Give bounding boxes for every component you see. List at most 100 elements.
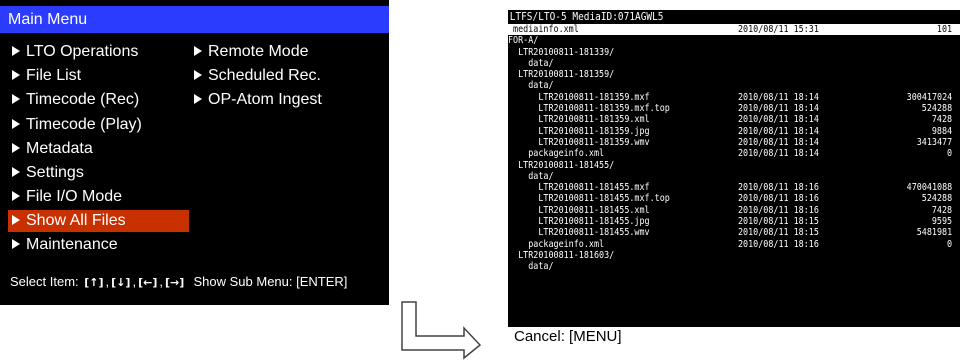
triangle-right-icon [12,119,20,129]
triangle-right-icon [194,46,202,56]
menu-item-file-io-mode[interactable]: File I/O Mode [8,186,122,208]
menu-item-timecode-rec[interactable]: Timecode (Rec) [8,89,139,111]
file-name: packageinfo.xml [508,238,605,250]
file-size: 0 [946,148,952,160]
menu-item-remote-mode[interactable]: Remote Mode [190,41,309,63]
triangle-right-icon [12,239,20,249]
file-row[interactable]: LTR20100811-181603/ [508,250,960,261]
menu-item-lto-operations[interactable]: LTO Operations [8,41,138,63]
file-name: packageinfo.xml [508,148,605,160]
file-list[interactable]: mediainfo.xml 2010/08/11 15:31 101 FOR-A/ L… [508,24,960,327]
file-name: LTR20100811-181455.jpg [508,216,650,228]
menu-item-label: Timecode (Play) [26,116,142,133]
file-row[interactable]: packageinfo.xml 2010/08/11 18:16 0 [508,239,960,250]
menu-item-label: File List [26,67,82,84]
file-size: 524288 [921,193,952,205]
file-date: 2010/08/11 18:15 [738,216,819,228]
file-row[interactable]: LTR20100811-181455.mxf 2010/08/11 18:16 47… [508,182,960,193]
file-row[interactable]: LTR20100811-181455.jpg 2010/08/11 18:15 95… [508,216,960,227]
menu-item-maintenance[interactable]: Maintenance [8,234,118,256]
file-size: 300417024 [906,91,952,103]
file-row[interactable]: LTR20100811-181455.xml 2010/08/11 18:16 74… [508,205,960,216]
file-name: LTR20100811-181455.mxf [508,182,650,194]
menu-item-label: Metadata [26,140,93,157]
file-row[interactable]: LTR20100811-181359.wmv 2010/08/11 18:14 34… [508,137,960,148]
arrow-up-key-icon: [↑] [84,276,104,289]
menu-item-label: Scheduled Rec. [208,67,321,84]
file-name: data/ [508,80,554,92]
file-date: 2010/08/11 18:14 [738,114,819,126]
menu-item-metadata[interactable]: Metadata [8,138,93,160]
triangle-right-icon [12,46,20,56]
file-size: 524288 [921,103,952,115]
file-name: LTR20100811-181455.mxf.top [508,193,670,205]
file-row[interactable]: data/ [508,80,960,91]
menu-item-op-atom-ingest[interactable]: OP-Atom Ingest [190,89,322,111]
media-id-header: LTFS/LTO-5 MediaID:071AGWL5 [509,10,664,23]
file-date: 2010/08/11 18:16 [738,204,819,216]
file-date: 2010/08/11 18:14 [738,91,819,103]
file-row[interactable]: data/ [508,261,960,272]
file-row[interactable]: packageinfo.xml 2010/08/11 18:14 0 [508,148,960,159]
menu-item-label: Timecode (Rec) [26,91,140,108]
file-name: LTR20100811-181339/ [508,46,615,58]
arrow-right-key-icon: [→] [164,276,185,289]
menu-item-timecode-play[interactable]: Timecode (Play) [8,114,142,136]
file-name: LTR20100811-181359.mxf.top [508,103,670,115]
file-name: data/ [508,261,554,273]
file-row[interactable]: LTR20100811-181455.wmv 2010/08/11 18:15 54… [508,227,960,238]
file-row[interactable]: LTR20100811-181455/ [508,160,960,171]
menu-item-scheduled-rec[interactable]: Scheduled Rec. [190,65,321,87]
file-name: LTR20100811-181359.jpg [508,125,650,137]
menu-item-label: Show All Files [26,212,126,229]
arrow-left-key-icon: [←] [138,276,158,289]
file-size: 9595 [931,216,952,228]
file-name: LTR20100811-181359.xml [508,114,650,126]
file-list-panel: LTFS/LTO-5 MediaID:071AGWL5 mediainfo.xm… [508,10,960,347]
file-name: LTR20100811-181359.mxf [508,91,650,103]
file-row[interactable]: mediainfo.xml 2010/08/11 15:31 101 [508,24,960,36]
triangle-right-icon [12,215,20,225]
file-date: 2010/08/11 18:16 [738,238,819,250]
file-name: LTR20100811-181455/ [508,159,615,171]
file-row[interactable]: LTR20100811-181359.mxf 2010/08/11 18:14 30… [508,92,960,103]
file-name: LTR20100811-181359.wmv [508,136,650,148]
file-name: data/ [508,57,554,69]
file-row[interactable]: LTR20100811-181455.mxf.top 2010/08/11 18:… [508,193,960,204]
file-row[interactable]: LTR20100811-181359/ [508,69,960,80]
menu-title: Main Menu [0,6,389,33]
file-size: 7428 [931,204,952,216]
menu-item-file-list[interactable]: File List [8,65,81,87]
file-row[interactable]: LTR20100811-181339/ [508,47,960,58]
file-date: 2010/08/11 18:16 [738,182,819,194]
cancel-button[interactable]: Cancel: [MENU] [508,327,960,347]
menu-item-show-all-files[interactable]: Show All Files [8,210,189,232]
file-name: LTR20100811-181359/ [508,69,615,81]
file-row[interactable]: data/ [508,58,960,69]
main-menu-panel: Main Menu LTO Operations File List Timec… [0,0,389,305]
file-row[interactable]: LTR20100811-181359.jpg 2010/08/11 18:14 98… [508,126,960,137]
file-date: 2010/08/11 15:31 [738,24,819,35]
file-date: 2010/08/11 18:14 [738,103,819,115]
menu-footer-help: Select Item: [↑], [↓], [←], [→] Show Sub Me… [10,272,347,292]
menu-item-label: Maintenance [26,236,118,253]
file-date: 2010/08/11 18:16 [738,193,819,205]
menu-item-label: File I/O Mode [26,188,123,205]
triangle-right-icon [12,167,20,177]
file-name: FOR-A/ [508,35,539,47]
triangle-right-icon [12,143,20,153]
file-size: 0 [946,238,952,250]
arrow-down-key-icon: [↓] [111,276,131,289]
elbow-right-arrow-icon [401,301,482,360]
show-sub-menu-label: Show Sub Menu: [ENTER] [193,274,348,289]
file-row[interactable]: data/ [508,171,960,182]
file-name: data/ [508,170,554,182]
file-row[interactable]: LTR20100811-181359.mxf.top 2010/08/11 18:… [508,103,960,114]
menu-item-settings[interactable]: Settings [8,162,84,184]
triangle-right-icon [194,94,202,104]
file-size: 101 [936,24,952,35]
file-name: mediainfo.xml [508,24,579,35]
file-row[interactable]: FOR-A/ [508,35,960,46]
triangle-right-icon [12,191,20,201]
file-row[interactable]: LTR20100811-181359.xml 2010/08/11 18:14 74… [508,114,960,125]
